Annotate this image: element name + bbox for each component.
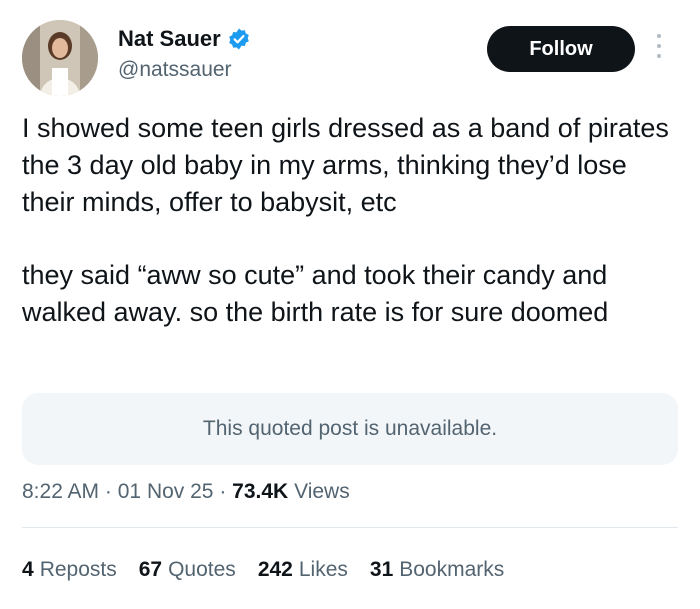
stat-count: 242 [257,558,293,581]
quoted-post-message: This quoted post is unavailable. [202,417,498,440]
stat-label: Quotes [168,558,236,581]
stat-reposts[interactable]: 4 Reposts [22,556,117,584]
meta-separator: · [219,480,227,503]
post-meta: 8:22 AM · 01 Nov 25 · 73.4K Views [22,477,350,507]
stat-label: Reposts [39,558,117,581]
post-paragraph: they said “aww so cute” and took their c… [22,260,609,327]
avatar[interactable] [22,20,98,96]
meta-separator: · [104,480,112,503]
author-handle[interactable]: @natssauer [118,56,232,84]
stat-likes[interactable]: 242 Likes [258,556,348,584]
views-count: 73.4K [232,480,289,503]
follow-button[interactable]: Follow [487,26,635,72]
avatar-image [22,20,98,96]
stat-count: 4 [22,558,34,581]
stat-quotes[interactable]: 67 Quotes [139,556,236,584]
quoted-post-unavailable: This quoted post is unavailable. [22,393,678,465]
divider [22,527,678,528]
author-name-text: Nat Sauer [118,26,221,51]
stat-count: 67 [138,558,163,581]
stat-label: Likes [298,558,348,581]
post-text: I showed some teen girls dressed as a ba… [22,110,682,367]
more-options-icon[interactable] [652,34,666,64]
post-card: Nat Sauer @natssauer Follow I showed som… [0,0,700,609]
stat-count: 31 [369,558,394,581]
verified-badge-icon [227,27,251,51]
views-label: Views [294,480,350,503]
post-time[interactable]: 8:22 AM [22,480,99,503]
stat-bookmarks[interactable]: 31 Bookmarks [370,556,504,584]
author-name[interactable]: Nat Sauer [118,24,251,54]
post-paragraph: I showed some teen girls dressed as a ba… [22,113,669,217]
engagement-stats: 4 Reposts 67 Quotes 242 Likes 31 Bookmarks [22,556,526,584]
post-date[interactable]: 01 Nov 25 [118,480,214,503]
stat-label: Bookmarks [399,558,505,581]
